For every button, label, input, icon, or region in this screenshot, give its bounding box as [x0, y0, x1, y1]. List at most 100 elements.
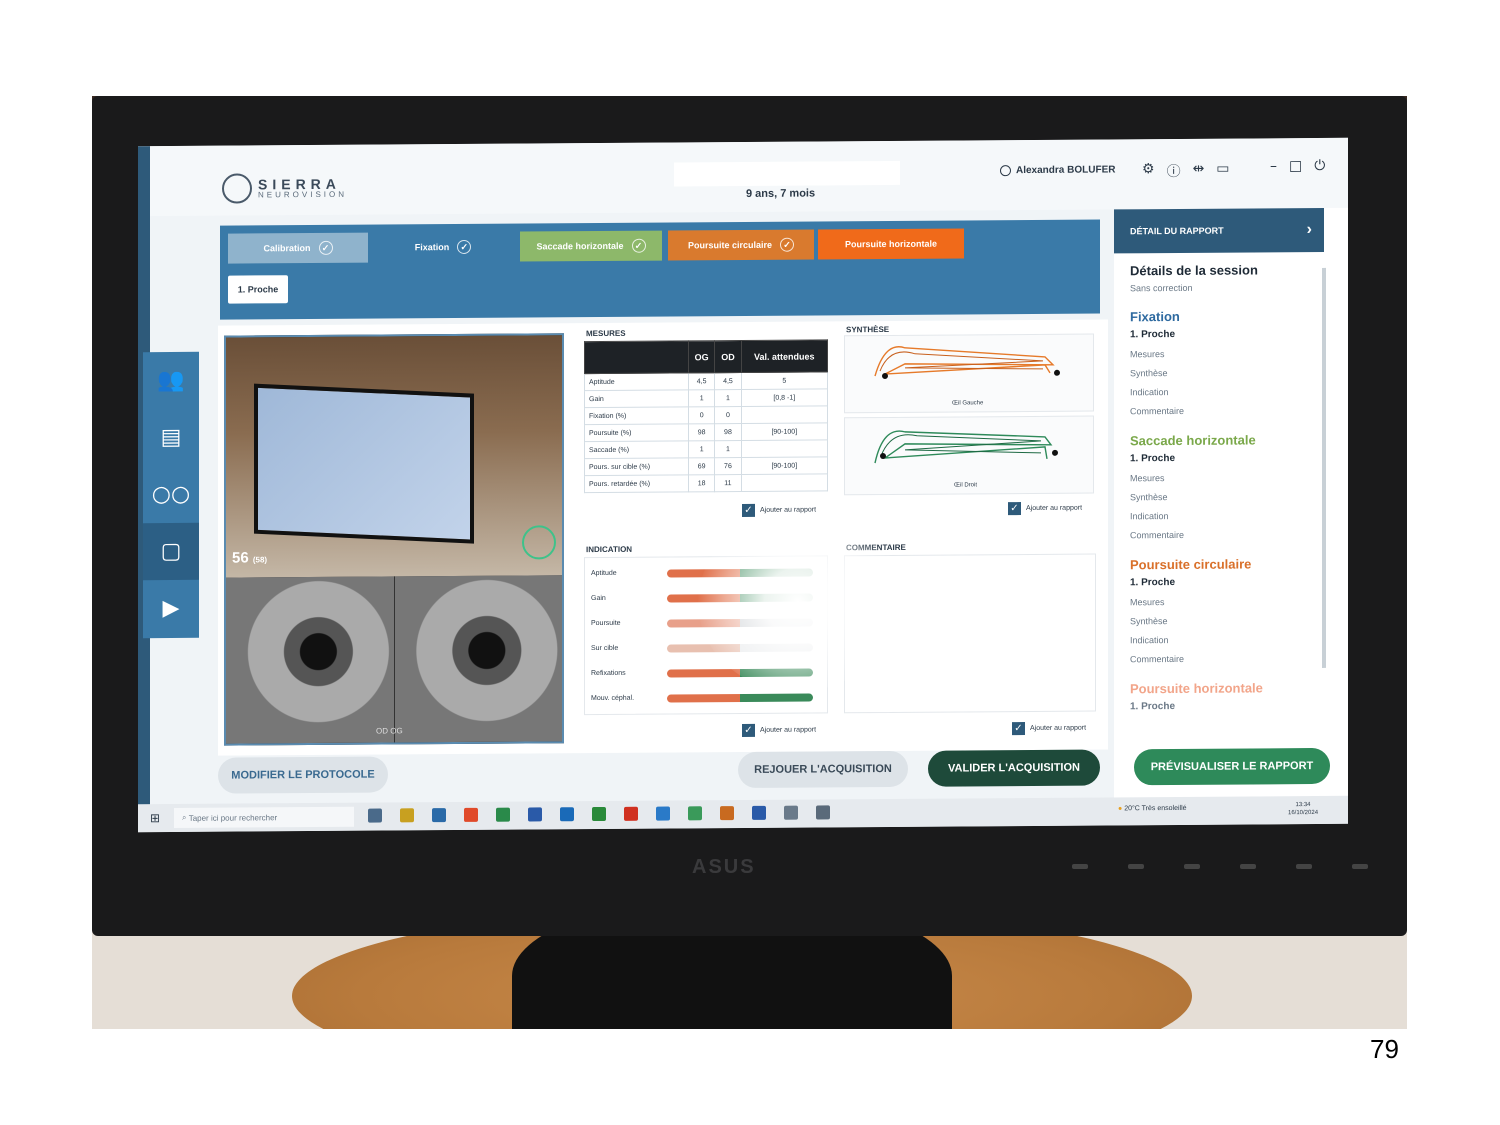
- report-detail-header[interactable]: DÉTAIL DU RAPPORT ›: [1114, 207, 1324, 254]
- report-panel: DÉTAIL DU RAPPORT › Détails de la sessio…: [1114, 207, 1348, 802]
- acquisition-icon[interactable]: ▢: [143, 522, 199, 581]
- report-item[interactable]: Commentaire: [1130, 530, 1184, 540]
- table-cell: 1: [714, 389, 742, 407]
- task-view-icon[interactable]: [368, 808, 382, 823]
- report-item[interactable]: Indication: [1130, 387, 1169, 397]
- system-tray: ● 20°C Très ensoleillé: [1118, 805, 1187, 812]
- indication-label: Aptitude: [591, 569, 617, 578]
- table-header: OG OD Val. attendues: [584, 339, 828, 374]
- left-sidebar: 👥 ▤ ○○ ▢ ▶: [143, 351, 199, 639]
- replay-acquisition-button[interactable]: REJOUER L'ACQUISITION: [738, 750, 908, 789]
- user-account[interactable]: Alexandra BOLUFER: [1000, 164, 1116, 177]
- add-comment-checkbox[interactable]: ✓ Ajouter au rapport: [1012, 722, 1086, 736]
- app-icon[interactable]: [784, 805, 798, 820]
- table-cell: [0,8 -1]: [741, 388, 828, 407]
- taskbar-clock[interactable]: 13:34 16/10/2024: [1288, 801, 1318, 817]
- maximize-icon[interactable]: □: [1289, 158, 1302, 174]
- app-icon[interactable]: [816, 805, 830, 820]
- report-item[interactable]: Synthèse: [1130, 616, 1168, 626]
- step-label: Saccade horizontale: [536, 240, 624, 252]
- right-eye-label: Œil Droit: [954, 482, 978, 489]
- patient-file-icon[interactable]: ▤: [143, 409, 199, 466]
- teamviewer-icon[interactable]: [528, 807, 542, 822]
- report-scrollbar[interactable]: [1322, 267, 1326, 668]
- report-subsection[interactable]: 1. Proche: [1130, 453, 1175, 464]
- bezel-buttons: [1072, 864, 1368, 869]
- indication-title: INDICATION: [586, 544, 633, 555]
- step-calibration[interactable]: Calibration ✓: [228, 232, 368, 264]
- excel-icon[interactable]: [592, 806, 606, 822]
- step-poursuite-circulaire[interactable]: Poursuite circulaire ✓: [668, 229, 814, 261]
- mail-icon[interactable]: [432, 808, 446, 823]
- table-cell: 0: [688, 406, 715, 424]
- app-icon[interactable]: [624, 806, 638, 821]
- report-section-title[interactable]: Fixation: [1130, 309, 1180, 324]
- settings-icon[interactable]: ⚙: [1142, 161, 1155, 181]
- report-item[interactable]: Indication: [1130, 511, 1169, 521]
- chrome-icon[interactable]: [496, 807, 510, 822]
- step-poursuite-horizontale[interactable]: Poursuite horizontale: [818, 228, 964, 260]
- table-cell: 4,5: [688, 372, 715, 390]
- table-cell: [90-100]: [741, 456, 828, 475]
- table-row: Poursuite (%) 98 98 [90-100]: [584, 422, 828, 442]
- minimize-icon[interactable]: –: [1270, 158, 1277, 174]
- app-icon[interactable]: [688, 806, 702, 821]
- checkbox-label: Ajouter au rapport: [760, 726, 817, 734]
- report-item[interactable]: Mesures: [1130, 473, 1165, 483]
- taskbar-search[interactable]: ⌕ Taper ici pour rechercher: [174, 806, 354, 828]
- app-screen: SIERRA NEUROVISION 9 ans, 7 mois Alexand…: [138, 137, 1348, 833]
- preview-report-button[interactable]: PRÉVISUALISER LE RAPPORT: [1134, 747, 1330, 786]
- add-indication-checkbox[interactable]: ✓ Ajouter au rapport: [742, 723, 817, 738]
- report-item[interactable]: Synthèse: [1130, 368, 1168, 378]
- eye-image-left: [394, 575, 562, 743]
- step-fixation[interactable]: Fixation ✓: [372, 231, 514, 263]
- user-name: Alexandra BOLUFER: [1016, 164, 1116, 177]
- session-title: Détails de la session: [1130, 262, 1258, 279]
- power-icon[interactable]: ⏻: [1314, 158, 1325, 174]
- report-item[interactable]: Mesures: [1130, 349, 1165, 359]
- file-explorer-icon[interactable]: [400, 808, 414, 823]
- report-subsection[interactable]: 1. Proche: [1130, 701, 1175, 712]
- table-cell: 1: [688, 440, 715, 458]
- eye-labels: OD OG: [376, 726, 403, 736]
- report-subsection[interactable]: 1. Proche: [1130, 329, 1175, 340]
- indication-bar: [667, 693, 813, 703]
- calendar-icon[interactable]: [720, 806, 734, 821]
- search-icon: ⌕: [182, 812, 189, 822]
- eye-cameras: [226, 575, 562, 744]
- patients-icon[interactable]: 👥: [143, 352, 199, 409]
- table-body: Aptitude 4,5 4,5 5 Gain 1 1 [0,8 -1] Fixation (%…: [584, 371, 828, 493]
- monitor-bezel: ASUS SIERRA NEUROVISION 9 ans, 7 mois Al…: [92, 96, 1407, 936]
- word-icon[interactable]: [560, 807, 574, 822]
- report-item[interactable]: Mesures: [1130, 597, 1165, 607]
- add-synthese-checkbox[interactable]: ✓ Ajouter au rapport: [1008, 502, 1082, 516]
- glasses-icon[interactable]: ○○: [143, 466, 199, 523]
- report-section-title[interactable]: Poursuite horizontale: [1130, 680, 1263, 696]
- play-icon[interactable]: ▶: [143, 580, 199, 637]
- windows-taskbar: ⊞ ⌕ Taper ici pour rechercher ● 20°C Trè…: [138, 795, 1348, 833]
- report-section-title[interactable]: Saccade horizontale: [1130, 432, 1256, 448]
- step-saccade-horizontale[interactable]: Saccade horizontale ✓: [520, 230, 662, 262]
- report-section-title[interactable]: Poursuite circulaire: [1130, 556, 1251, 572]
- count-value: 56: [232, 549, 249, 567]
- report-item[interactable]: Indication: [1130, 635, 1169, 645]
- report-item[interactable]: Commentaire: [1130, 406, 1184, 416]
- app-icon[interactable]: [752, 805, 766, 820]
- info-icon[interactable]: ⓘ: [1167, 161, 1181, 181]
- report-subsection[interactable]: 1. Proche: [1130, 577, 1175, 588]
- table-cell: Poursuite (%): [584, 423, 689, 442]
- check-icon: ✓: [742, 723, 755, 738]
- windows-start-icon[interactable]: ⊞: [150, 811, 160, 825]
- report-item[interactable]: Synthèse: [1130, 492, 1168, 502]
- validate-acquisition-button[interactable]: VALIDER L'ACQUISITION: [928, 749, 1100, 787]
- monitor-brand: ASUS: [692, 856, 756, 878]
- report-item[interactable]: Commentaire: [1130, 654, 1184, 664]
- monitor-photo: ASUS SIERRA NEUROVISION 9 ans, 7 mois Al…: [92, 96, 1407, 1029]
- user-icon: [1000, 165, 1011, 177]
- modify-protocol-button[interactable]: MODIFIER LE PROTOCOLE: [218, 756, 388, 794]
- substep-proche[interactable]: 1. Proche: [228, 275, 288, 304]
- table-cell: 76: [714, 457, 742, 475]
- slide: ASUS SIERRA NEUROVISION 9 ans, 7 mois Al…: [0, 0, 1500, 1125]
- teamviewer-icon[interactable]: [656, 806, 670, 821]
- app-icon[interactable]: [464, 807, 478, 822]
